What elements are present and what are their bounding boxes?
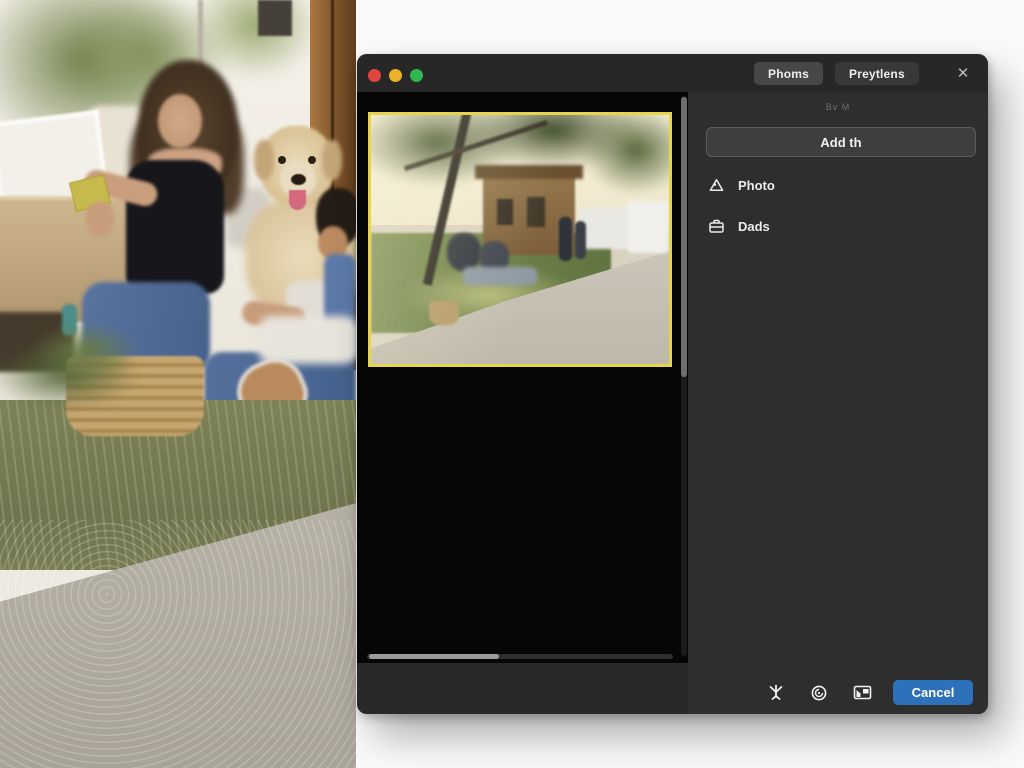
sidebar-item-label: Photo [738, 178, 775, 193]
vertical-scrollbar-thumb[interactable] [681, 97, 687, 377]
footer-toolbar: Cancel [766, 680, 973, 705]
photos-icon[interactable] [852, 683, 872, 703]
background-photo [0, 0, 356, 768]
tab-projects[interactable]: Preytlens [835, 62, 919, 85]
selected-photo-thumbnail[interactable] [368, 112, 672, 367]
scene-shape [308, 156, 316, 164]
scene-shape [371, 115, 669, 364]
scene-shape [30, 322, 140, 380]
traffic-light-zoom[interactable] [410, 69, 423, 82]
briefcase-icon [708, 218, 725, 235]
browser-footer-strip [357, 663, 688, 714]
photo-icon [708, 177, 725, 194]
sidebar-panel: Bv M Add th Photo Dads [688, 92, 988, 714]
sidebar-item-label: Dads [738, 219, 770, 234]
scene-shape [291, 174, 306, 185]
screen: Phoms Preytlens ✕ [0, 0, 1024, 768]
media-browser-pane [357, 92, 688, 663]
close-icon[interactable]: ✕ [952, 62, 974, 84]
globe-icon[interactable] [809, 683, 829, 703]
cancel-button[interactable]: Cancel [893, 680, 973, 705]
traffic-light-close[interactable] [368, 69, 381, 82]
traffic-light-minimize[interactable] [389, 69, 402, 82]
sidebar-item-dads[interactable]: Dads [708, 213, 968, 239]
scene-shape [258, 316, 356, 364]
tab-photos[interactable]: Phoms [754, 62, 823, 85]
scene-shape [258, 0, 292, 36]
add-button[interactable]: Add th [706, 127, 976, 157]
panel-hint-text: Bv M [688, 102, 988, 112]
scene-shape [86, 202, 114, 236]
scene-shape [0, 520, 356, 768]
photo-picker-window: Phoms Preytlens ✕ [357, 54, 988, 714]
horizontal-scrollbar-thumb[interactable] [369, 654, 499, 659]
scene-shape [322, 140, 342, 180]
window-titlebar: Phoms Preytlens ✕ [357, 54, 988, 92]
scene-shape [158, 94, 202, 148]
sidebar-item-photo[interactable]: Photo [708, 172, 968, 198]
sparkle-icon[interactable] [766, 683, 786, 703]
scene-shape [289, 190, 306, 210]
scene-shape [278, 156, 286, 164]
scene-shape [254, 140, 274, 180]
